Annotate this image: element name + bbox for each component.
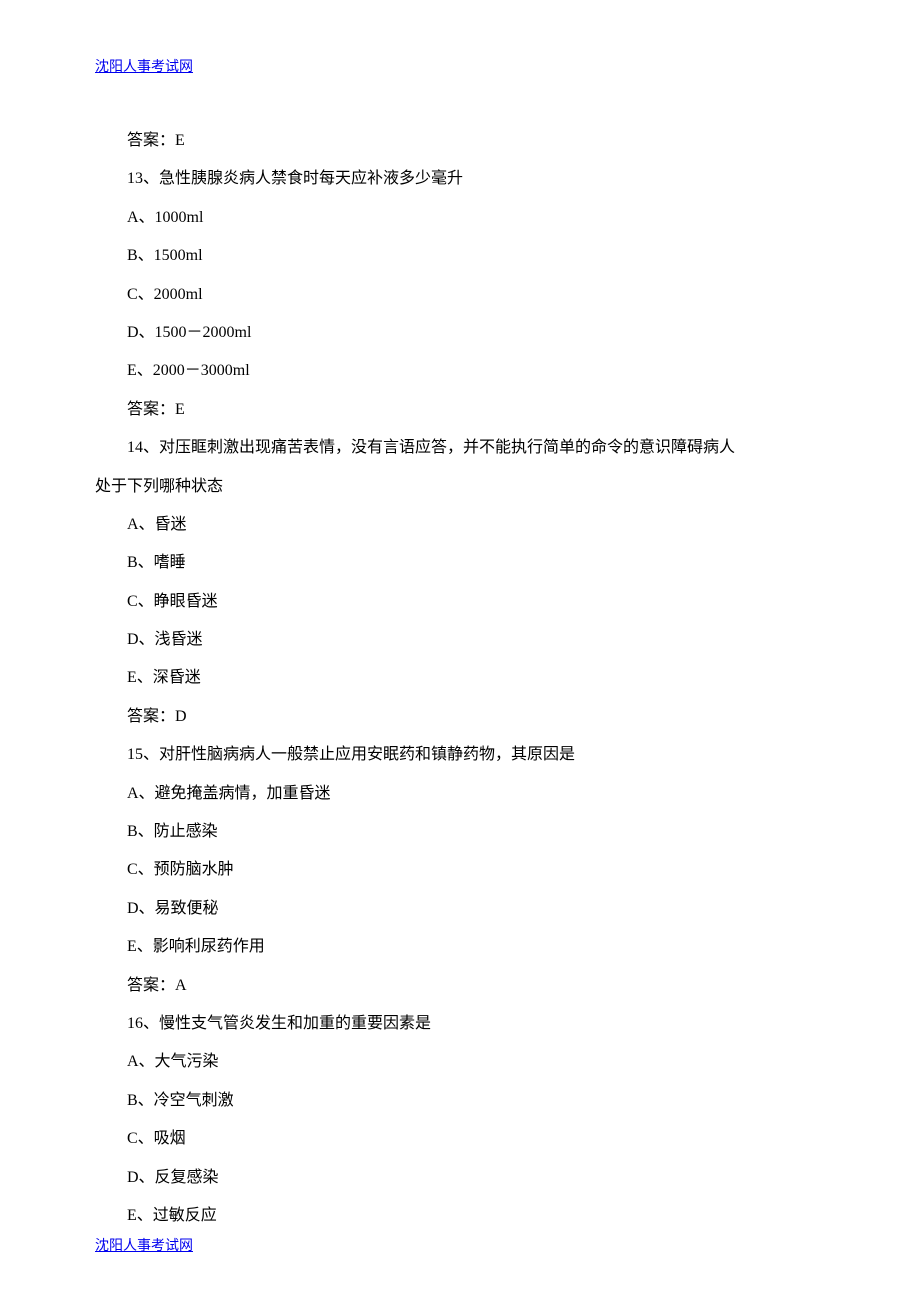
page-container: 沈阳人事考试网 答案：E 13、急性胰腺炎病人禁食时每天应补液多少毫升 A、10…	[0, 0, 920, 1255]
q13-option-c: C、2000ml	[95, 276, 825, 314]
q14-option-e: E、深昏迷	[95, 659, 825, 697]
footer-link[interactable]: 沈阳人事考试网	[95, 1235, 193, 1255]
q16-stem: 16、慢性支气管炎发生和加重的重要因素是	[95, 1005, 825, 1043]
q13-option-d: D、1500－2000ml	[95, 314, 825, 352]
header-link[interactable]: 沈阳人事考试网	[95, 56, 193, 76]
q12-answer: 答案：E	[95, 122, 825, 160]
q14-option-c: C、睁眼昏迷	[95, 583, 825, 621]
q13-option-e: E、2000－3000ml	[95, 352, 825, 390]
q13-stem: 13、急性胰腺炎病人禁食时每天应补液多少毫升	[95, 160, 825, 198]
q15-option-e: E、影响利尿药作用	[95, 928, 825, 966]
q13-option-b: B、1500ml	[95, 237, 825, 275]
q15-answer: 答案：A	[95, 967, 825, 1005]
q15-option-a: A、避免掩盖病情，加重昏迷	[95, 775, 825, 813]
q13-answer: 答案：E	[95, 391, 825, 429]
q16-option-e: E、过敏反应	[95, 1197, 825, 1235]
q16-option-c: C、吸烟	[95, 1120, 825, 1158]
document-content: 答案：E 13、急性胰腺炎病人禁食时每天应补液多少毫升 A、1000ml B、1…	[95, 122, 825, 1235]
q14-stem-line1: 14、对压眶刺激出现痛苦表情，没有言语应答，并不能执行简单的命令的意识障碍病人	[95, 429, 825, 467]
q14-option-b: B、嗜睡	[95, 544, 825, 582]
q14-option-a: A、昏迷	[95, 506, 825, 544]
q15-option-c: C、预防脑水肿	[95, 851, 825, 889]
q16-option-a: A、大气污染	[95, 1043, 825, 1081]
q14-stem-line2: 处于下列哪种状态	[95, 468, 825, 506]
q15-option-d: D、易致便秘	[95, 890, 825, 928]
q16-option-b: B、冷空气刺激	[95, 1082, 825, 1120]
q15-option-b: B、防止感染	[95, 813, 825, 851]
q15-stem: 15、对肝性脑病病人一般禁止应用安眠药和镇静药物，其原因是	[95, 736, 825, 774]
q16-option-d: D、反复感染	[95, 1159, 825, 1197]
q13-option-a: A、1000ml	[95, 199, 825, 237]
q14-option-d: D、浅昏迷	[95, 621, 825, 659]
q14-answer: 答案：D	[95, 698, 825, 736]
